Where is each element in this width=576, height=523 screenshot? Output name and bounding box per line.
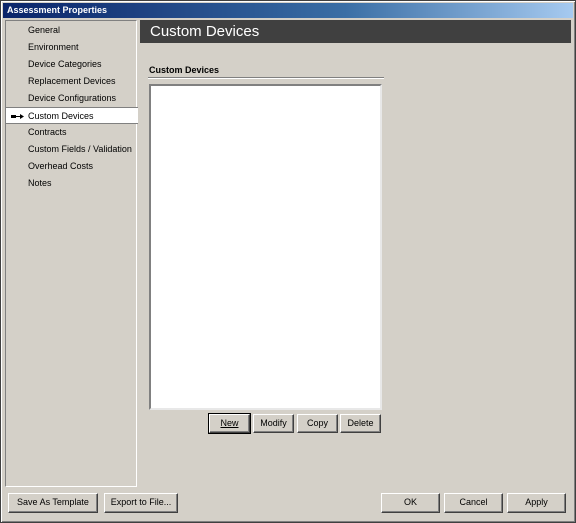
window-title: Assessment Properties [7,5,108,15]
custom-devices-list[interactable] [149,84,382,410]
nav-item-general[interactable]: General [6,22,136,39]
cancel-button[interactable]: Cancel [444,493,503,513]
delete-button[interactable]: Delete [340,414,381,433]
page-title: Custom Devices [150,23,260,40]
pointing-hand-icon [11,114,24,119]
apply-button-label: Apply [525,497,548,507]
modify-button-label: Modify [260,418,287,428]
nav-item-environment[interactable]: Environment [6,39,136,56]
nav-item-custom-fields-validation[interactable]: Custom Fields / Validation [6,141,136,158]
page-header: Custom Devices [140,20,571,43]
cancel-button-label: Cancel [459,497,488,507]
nav-item-device-configurations[interactable]: Device Configurations [6,90,136,107]
copy-button[interactable]: Copy [297,414,338,433]
nav-item-label: Custom Fields / Validation [28,144,132,154]
ok-button[interactable]: OK [381,493,440,513]
modify-button[interactable]: Modify [253,414,294,433]
custom-devices-section-label: Custom Devices [149,65,220,75]
delete-button-label: Delete [347,418,374,428]
new-button-label: New [220,418,239,428]
section-divider [148,77,384,79]
save-as-template-button[interactable]: Save As Template [8,493,98,513]
new-button[interactable]: New [208,413,251,434]
nav-item-custom-devices[interactable]: Custom Devices [6,107,138,124]
nav-item-label: General [28,25,61,35]
nav-list: General Environment Device Categories Re… [6,22,138,192]
ok-button-label: OK [403,497,417,507]
copy-button-label: Copy [306,418,328,428]
nav-item-device-categories[interactable]: Device Categories [6,56,136,73]
export-to-file-button[interactable]: Export to File... [104,493,178,513]
nav-item-label: Device Configurations [28,93,117,103]
nav-item-contracts[interactable]: Contracts [6,124,136,141]
nav-item-label: Notes [28,178,52,188]
nav-item-label: Contracts [28,127,67,137]
nav-item-label: Replacement Devices [28,76,116,86]
title-bar[interactable]: Assessment Properties [3,3,573,18]
nav-item-label: Environment [28,42,79,52]
nav-item-replacement-devices[interactable]: Replacement Devices [6,73,136,90]
nav-item-label: Overhead Costs [28,161,94,171]
save-as-template-label: Save As Template [17,497,89,507]
nav-item-label: Device Categories [28,59,102,69]
export-to-file-label: Export to File... [110,497,172,507]
nav-panel: General Environment Device Categories Re… [5,20,138,487]
nav-item-notes[interactable]: Notes [6,175,136,192]
assessment-properties-dialog: Assessment Properties General Environmen… [0,0,576,523]
apply-button[interactable]: Apply [507,493,566,513]
nav-item-overhead-costs[interactable]: Overhead Costs [6,158,136,175]
nav-item-label: Custom Devices [28,111,94,121]
